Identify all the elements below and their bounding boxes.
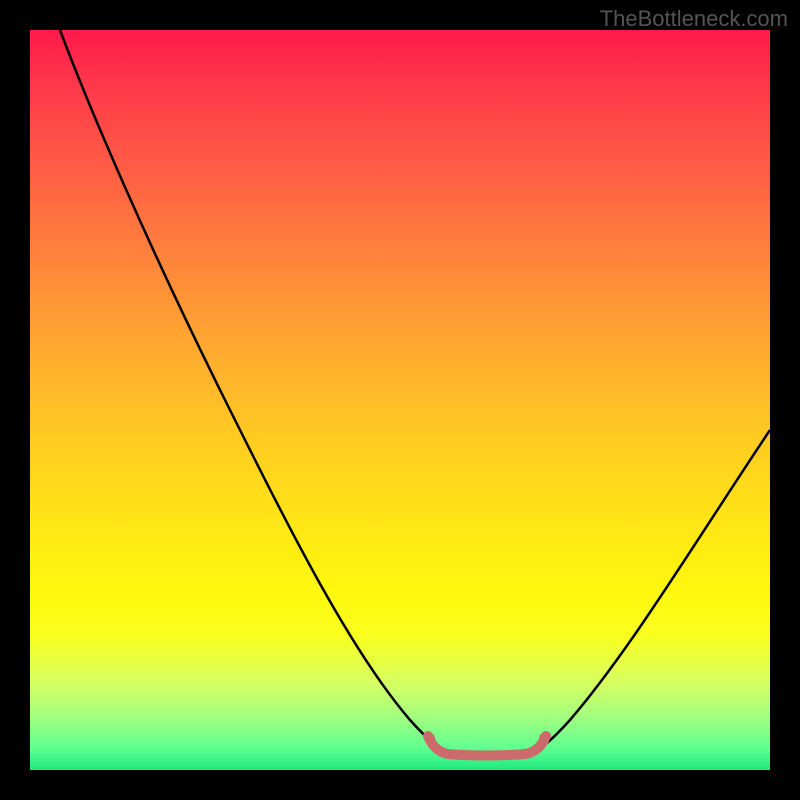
chart-svg xyxy=(30,30,770,770)
bottleneck-curve xyxy=(60,30,770,752)
chart-area xyxy=(30,30,770,770)
marker-dot-left xyxy=(425,733,435,743)
watermark-text: TheBottleneck.com xyxy=(600,6,788,32)
marker-dot-right xyxy=(539,733,549,743)
optimal-range-marker xyxy=(428,736,546,756)
